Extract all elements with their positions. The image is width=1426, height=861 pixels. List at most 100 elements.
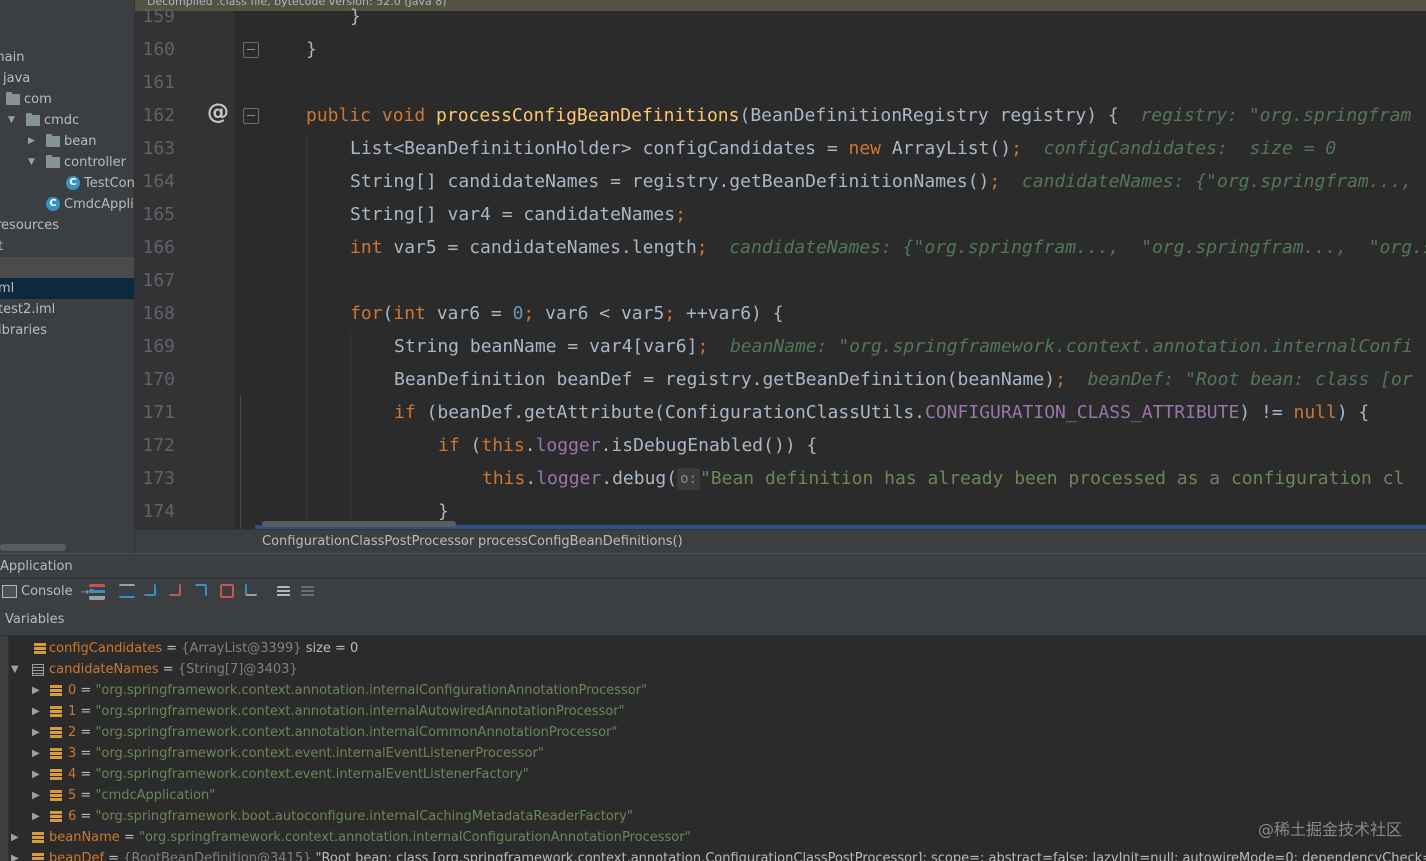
array-element-row[interactable]: ▶ 3 = "org.springframework.context.event…: [0, 743, 1426, 764]
run-to-cursor-icon[interactable]: [245, 584, 257, 596]
field-icon: [50, 769, 62, 780]
show-execution-point-icon[interactable]: [89, 584, 105, 600]
folder-icon: [6, 92, 20, 105]
array-element-row[interactable]: ▶ 4 = "org.springframework.context.event…: [0, 764, 1426, 785]
chevron-right-icon[interactable]: ▶: [32, 785, 40, 806]
step-into-icon[interactable]: [144, 584, 156, 596]
tree-item-cmdc[interactable]: ▼ cmdc: [0, 110, 134, 131]
fold-marker-icon[interactable]: [243, 42, 259, 58]
parameter-hint: o:: [677, 468, 700, 490]
tree-item-bean[interactable]: ▶ bean: [0, 131, 134, 152]
code-line-164: String[] candidateNames = registry.getBe…: [350, 171, 1413, 192]
chevron-right-icon[interactable]: ▶: [32, 743, 40, 764]
variable-row[interactable]: configCandidates = {ArrayList@3399} size…: [0, 638, 1426, 659]
chevron-right-icon[interactable]: ▶: [32, 764, 40, 785]
field-icon: [32, 832, 44, 843]
tree-item-java[interactable]: java: [0, 68, 134, 89]
folder-icon: [46, 134, 60, 147]
array-element-row[interactable]: ▶ 1 = "org.springframework.context.annot…: [0, 701, 1426, 722]
array-element-row[interactable]: ▶ 0 = "org.springframework.context.annot…: [0, 680, 1426, 701]
tree-item-controller[interactable]: ▼ controller: [0, 152, 134, 173]
watermark: @稀土掘金技术社区: [1257, 820, 1402, 839]
decompiled-banner: Decompiled .class file, bytecode version…: [135, 0, 1426, 11]
chevron-right-icon[interactable]: ▶: [28, 131, 35, 152]
line-number: 169: [142, 336, 175, 357]
drop-frame-icon[interactable]: [220, 584, 234, 598]
tree-item-com[interactable]: com: [0, 89, 134, 110]
step-over-icon[interactable]: [119, 584, 135, 598]
line-number: 167: [142, 270, 175, 291]
chevron-right-icon[interactable]: ▶: [11, 827, 19, 848]
tree-item-label: test2.iml: [0, 302, 56, 317]
variable-row[interactable]: ▶ beanName = "org.springframework.contex…: [0, 827, 1426, 848]
code-line-172: if (this.logger.isDebugEnabled()) {: [438, 435, 818, 456]
horizontal-scrollbar[interactable]: [262, 521, 456, 527]
code-line-171: if (beanDef.getAttribute(ConfigurationCl…: [394, 402, 1370, 423]
variable-row[interactable]: ▼ candidateNames = {String[7]@3403}: [0, 659, 1426, 680]
tree-item-label: java: [3, 71, 31, 86]
indent-guide: [350, 330, 351, 529]
tree-item-resources[interactable]: resources: [0, 215, 134, 236]
breadcrumb-class[interactable]: ConfigurationClassPostProcessor: [262, 530, 474, 554]
tree-item-blank[interactable]: [0, 257, 134, 278]
tree-item-main[interactable]: main: [0, 47, 134, 68]
breadcrumb-separator-icon: ›: [463, 535, 468, 548]
chevron-down-icon[interactable]: ▼: [11, 659, 19, 680]
code-editor[interactable]: Decompiled .class file, bytecode version…: [135, 0, 1426, 529]
code-line-160: }: [306, 39, 317, 60]
force-step-into-icon[interactable]: [169, 584, 181, 596]
run-config-name[interactable]: Application: [0, 554, 73, 579]
tree-item-label: t: [0, 236, 3, 257]
inline-debug-hint: beanName: "org.springframework.context.a…: [729, 336, 1413, 357]
line-number: 166: [142, 237, 175, 258]
chevron-down-icon[interactable]: ▼: [8, 110, 15, 131]
variable-row[interactable]: ▶ beanDef = {RootBeanDefinition@3415} "R…: [0, 848, 1426, 861]
chevron-right-icon[interactable]: ▶: [11, 848, 19, 861]
chevron-down-icon[interactable]: ▼: [28, 152, 35, 173]
folder-icon: [26, 113, 40, 126]
chevron-right-icon[interactable]: ▶: [32, 806, 40, 827]
inline-debug-hint: configCandidates: size = 0: [1043, 138, 1337, 159]
tree-item-label: main: [0, 50, 25, 65]
tree-item-libraries[interactable]: ibraries: [0, 320, 134, 341]
step-out-icon[interactable]: [195, 584, 207, 596]
tab-console[interactable]: Console →*: [2, 579, 94, 605]
code-line-170: BeanDefinition beanDef = registry.getBea…: [394, 369, 1413, 390]
chevron-right-icon[interactable]: ▶: [32, 701, 40, 722]
inline-debug-hint: registry: "org.springfram: [1140, 105, 1412, 126]
chevron-right-icon[interactable]: ▶: [32, 680, 40, 701]
array-element-row[interactable]: ▶ 2 = "org.springframework.context.annot…: [0, 722, 1426, 743]
code-line-166: int var5 = candidateNames.length; candid…: [350, 231, 1426, 264]
array-element-row[interactable]: ▶ 6 = "org.springframework.boot.autoconf…: [0, 806, 1426, 827]
debug-panel-title: Application: [0, 553, 1426, 579]
tree-item-label: ml: [0, 281, 15, 296]
trace-icon[interactable]: [301, 586, 314, 598]
sidebar-scrollbar[interactable]: [0, 544, 66, 551]
line-number: 163: [142, 138, 175, 159]
tree-item-label: bean: [64, 134, 97, 149]
tree-item-cmdcapplication[interactable]: C CmdcApplic: [0, 194, 134, 215]
override-annotation-icon[interactable]: @: [207, 100, 229, 125]
array-element-row[interactable]: ▶ 5 = "cmdcApplication": [0, 785, 1426, 806]
line-number: 174: [142, 501, 175, 522]
debug-side-strip: [0, 636, 9, 861]
fold-marker-icon[interactable]: [243, 108, 259, 124]
evaluate-expression-icon[interactable]: [277, 586, 290, 598]
code-line-168: for(int var6 = 0; var6 < var5; ++var6) {: [350, 303, 784, 324]
indent-guide: [306, 132, 307, 529]
field-icon: [50, 790, 62, 801]
code-line-169: String beanName = var4[var6]; beanName: …: [394, 336, 1413, 357]
code-line-173: this.logger.debug(o: "Bean definition has…: [482, 468, 1405, 490]
line-number: 171: [142, 402, 175, 423]
line-number: 165: [142, 204, 175, 225]
tree-item-testcontroller[interactable]: C TestCont: [0, 173, 134, 194]
tree-item-iml[interactable]: ml: [0, 278, 134, 299]
tree-item-label: TestCont: [84, 176, 135, 191]
tree-item-t[interactable]: t: [0, 236, 134, 257]
chevron-right-icon[interactable]: ▶: [32, 722, 40, 743]
variables-header: Variables: [0, 605, 1426, 636]
tree-item-test2-iml[interactable]: test2.iml: [0, 299, 134, 320]
breadcrumb-method[interactable]: processConfigBeanDefinitions(): [478, 530, 683, 554]
tree-item-label: com: [24, 92, 52, 107]
tree-item-label: controller: [64, 155, 127, 170]
